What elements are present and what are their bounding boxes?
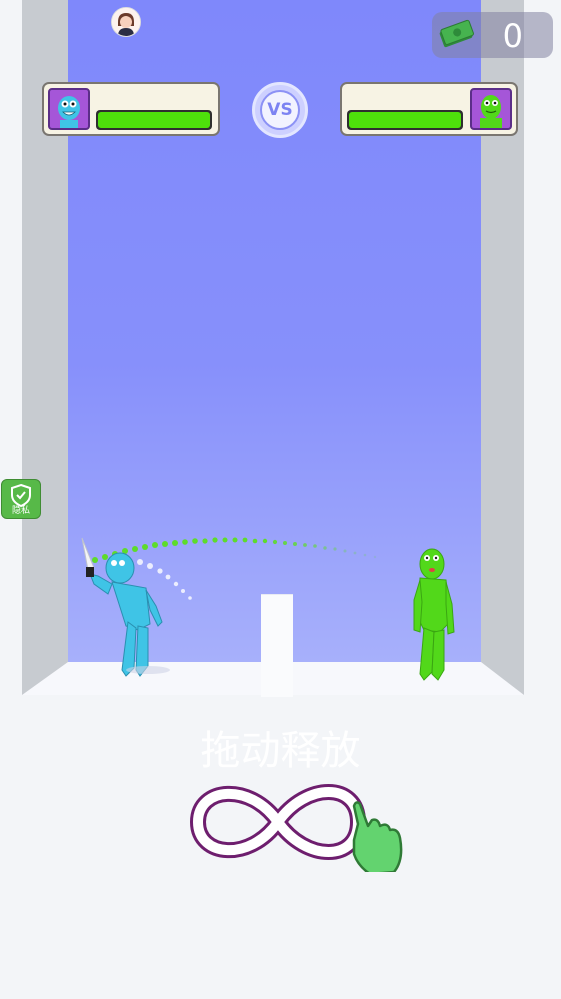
vs-badge: VS (252, 82, 308, 138)
player-portrait (48, 88, 90, 130)
enemy-health-fill (349, 112, 461, 128)
enemy-portrait (470, 88, 512, 130)
money-value: 0 (502, 17, 523, 55)
player-status-panel (42, 82, 220, 136)
cash-icon (439, 19, 474, 48)
privacy-label: 隐私 (11, 506, 30, 516)
drag-release-instruction: 拖动释放 (200, 728, 361, 774)
knife-icon (81, 537, 95, 577)
vs-label: VS (260, 90, 300, 130)
throw-trajectory (92, 537, 377, 563)
infinity-gesture-icon (190, 784, 403, 872)
enemy-status-panel (340, 82, 518, 136)
player-health-fill (98, 112, 210, 128)
hand-pointer-icon (352, 801, 403, 872)
center-pillar (261, 594, 293, 697)
player-fighter (89, 552, 163, 677)
enemy-health-bar (347, 110, 463, 130)
user-avatar[interactable] (111, 7, 141, 37)
privacy-button[interactable]: 隐私 (1, 479, 41, 519)
blue-face-icon (58, 96, 80, 128)
green-face-icon (480, 95, 502, 128)
player-health-bar (96, 110, 212, 130)
currency-counter: 0 (432, 12, 553, 58)
avatar-icon (112, 8, 140, 36)
